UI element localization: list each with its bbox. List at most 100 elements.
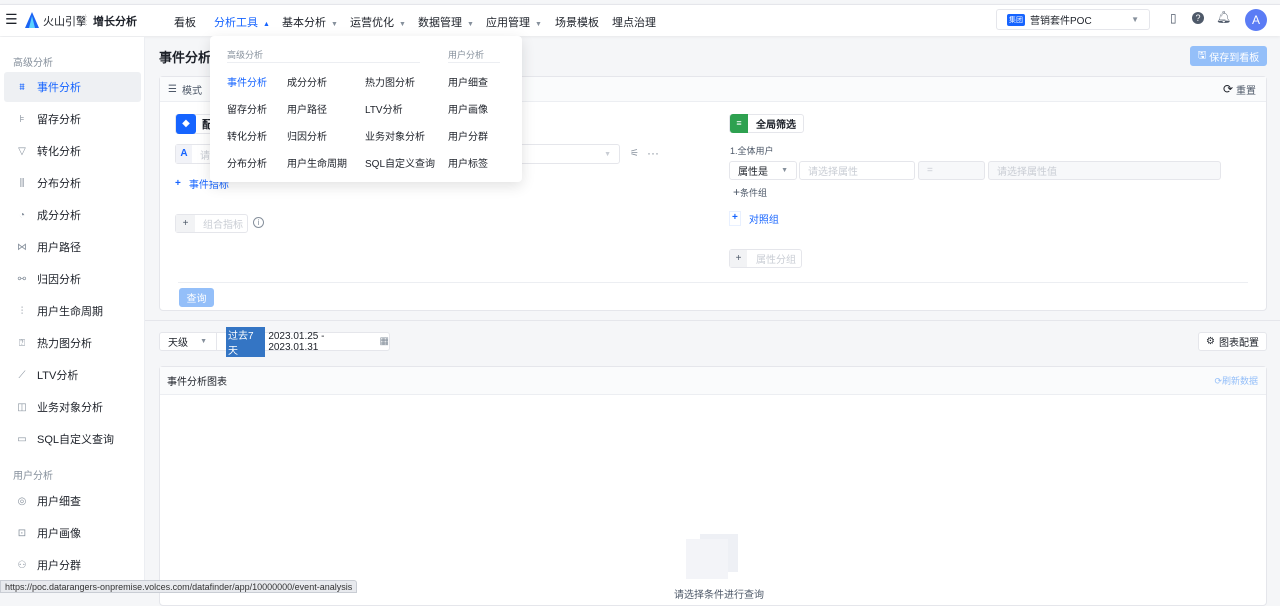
dropdown-item[interactable]: 成分分析 [287,74,327,89]
filter-icon[interactable]: ⚟ [630,148,639,159]
attr-is-select[interactable]: 属性是 ▼ [729,161,797,180]
dropdown-item[interactable]: 归因分析 [287,128,327,143]
nav-item-4[interactable]: 数据管理 ▼ [418,14,474,30]
nav-item-3[interactable]: 运营优化 ▼ [350,14,406,30]
save-to-dashboard-button[interactable]: 🖫︎ 保存到看板 [1190,46,1267,66]
sidebar-item-icon: ▭ [17,433,27,445]
query-button[interactable]: 查询 [179,288,214,307]
sidebar-item-label: LTV分析 [37,370,79,382]
dropdown-item[interactable]: 用户生命周期 [287,155,347,170]
operator-select[interactable]: = [918,161,985,180]
add-condition-label: 条件组 [740,188,768,198]
help-icon[interactable]: ? [1192,12,1204,24]
chart-title: 事件分析图表 [167,377,227,388]
sidebar-item[interactable]: ◔ 成分分析 [4,200,141,230]
sidebar-item-label: 热力图分析 [37,338,92,350]
chart-card: 事件分析图表 ⟳刷新数据 请选择条件进行查询 [159,366,1267,606]
dropdown-item[interactable]: LTV分析 [365,101,403,116]
info-icon[interactable]: i [253,217,264,228]
more-icon[interactable]: ··· [647,146,659,160]
menu-icon[interactable]: ☰ [5,11,18,28]
sidebar-item[interactable]: ▽ 转化分析 [4,136,141,166]
sidebar-item[interactable]: ⋈ 用户路径 [4,232,141,262]
bell-icon[interactable]: 🔔︎ [1216,10,1231,24]
chevron-down-icon: ▼ [200,338,207,345]
date-range-picker[interactable]: 过去7天 2023.01.25 - 2023.01.31 ▦ [216,326,390,357]
sidebar-item-icon: ⊧ [19,113,25,125]
sidebar-item[interactable]: ⊧ 留存分析 [4,104,141,134]
sidebar-item-icon: ⟋ [18,369,26,381]
nav-item-2[interactable]: 基本分析 ▼ [282,14,338,30]
sidebar-item[interactable]: ▭ SQL自定义查询 [4,424,141,454]
filter-group-label: 1.全体用户 [730,146,774,156]
sidebar-item[interactable]: ◫ 业务对象分析 [4,392,141,422]
dropdown-item[interactable]: 业务对象分析 [365,128,425,143]
empty-state-text: 请选择条件进行查询 [674,590,764,601]
divider [227,62,420,63]
mobile-icon[interactable]: ▯ [1170,11,1177,25]
sidebar-item-icon: ⚯ [17,273,27,285]
sidebar-item-label: 归因分析 [37,274,81,286]
sidebar-item-label: 用户画像 [37,528,81,540]
avatar[interactable]: A [1245,9,1267,31]
top-bar: ☰ 火山引擎 增长分析 看板 分析工具 ▲ 基本分析 ▼ 运营优化 ▼ 数据管理 ▼ 应用管理 ▼ 场… [0,4,1280,36]
dropdown-item[interactable]: 用户标签 [448,155,488,170]
sidebar-item[interactable]: ◎ 用户细查 [4,486,141,516]
dropdown-item[interactable]: 事件分析 [227,74,267,89]
sidebar-item-icon: ⩩ [19,81,25,93]
date-range: 2023.01.25 - 2023.01.31 [268,330,325,353]
dropdown-item[interactable]: 分布分析 [227,155,267,170]
chevron-down-icon: ▼ [781,167,788,174]
add-condition-group-button[interactable]: +条件组 [733,185,767,199]
nav-item-0[interactable]: 看板 [174,14,196,30]
nav-item-1[interactable]: 分析工具 ▲ [214,14,270,30]
nav-label: 埋点治理 [612,17,656,29]
dropdown-item[interactable]: 用户细查 [448,74,488,89]
sidebar-item[interactable]: ⫼ 分布分析 [4,168,141,198]
caret-down-icon: ▼ [399,21,406,28]
sidebar-item[interactable]: ⩩ 事件分析 [4,72,141,102]
refresh-data-button[interactable]: ⟳刷新数据 [1214,374,1258,387]
global-filter-chip: ≡ 全局筛选 [729,114,804,133]
attr-group-button[interactable]: + 属性分组 [729,249,802,268]
event-placeholder: 请 [200,150,210,162]
divider [178,282,1248,283]
compare-group-button[interactable]: + 对照组 [729,211,779,226]
page-title: 事件分析 [159,50,212,65]
plus-icon: + [730,250,747,267]
nav-item-5[interactable]: 应用管理 ▼ [486,14,542,30]
dropdown-item[interactable]: SQL自定义查询 [365,155,435,170]
nav-label: 基本分析 [282,17,326,29]
sidebar-item-label: 转化分析 [37,146,81,158]
sidebar-item-icon: ⊡ [17,527,27,539]
product-name: 增长分析 [93,16,137,28]
project-select[interactable]: 集团 营销套件POC ▼ [996,9,1150,30]
dropdown-item[interactable]: 用户分群 [448,128,488,143]
sidebar-item[interactable]: ⟋ LTV分析 [4,360,141,390]
refresh-icon: ⟳ [1222,82,1233,96]
chart-config-button[interactable]: ⚙ 图表配置 [1198,332,1267,351]
dropdown-item[interactable]: 热力图分析 [365,74,415,89]
plus-icon: + [175,178,181,189]
nav-item-6[interactable]: 场景模板 [555,14,599,30]
sidebar-item[interactable]: ⍰ 热力图分析 [4,328,141,358]
sidebar-item[interactable]: ⚯ 归因分析 [4,264,141,294]
granularity-select[interactable]: 天级 ▼ [159,332,217,351]
combo-metric-button[interactable]: + 组合指标 [175,214,248,233]
attr-select[interactable]: 请选择属性 [799,161,915,180]
status-url: https://poc.datarangers-onpremise.volces… [0,580,358,593]
sidebar-item[interactable]: ⚇ 用户分群 [4,550,141,580]
sidebar-item-icon: ◎ [17,495,27,507]
nav-item-7[interactable]: 埋点治理 [612,14,656,30]
reset-button[interactable]: ⟳ 重置 [1223,82,1256,97]
attr-value-select[interactable]: 请选择属性值 [988,161,1221,180]
dropdown-item[interactable]: 转化分析 [227,128,267,143]
nav-label: 运营优化 [350,17,394,29]
sidebar-item[interactable]: ⊡ 用户画像 [4,518,141,548]
dropdown-item[interactable]: 用户路径 [287,101,327,116]
sidebar-item[interactable]: ⫶ 用户生命周期 [4,296,141,326]
dropdown-item[interactable]: 留存分析 [227,101,267,116]
dropdown-item[interactable]: 用户画像 [448,101,488,116]
mode-label[interactable]: 模式 [182,82,202,97]
sidebar-item-label: 留存分析 [37,114,81,126]
